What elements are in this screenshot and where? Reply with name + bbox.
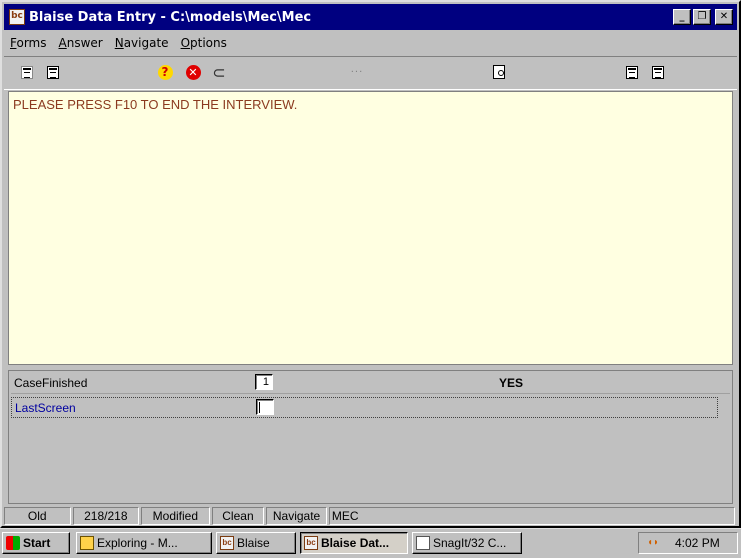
app-window: bc Blaise Data Entry - C:\models\Mec\Mec… xyxy=(0,0,741,528)
window-controls: _ ❐ ✕ xyxy=(671,9,733,25)
info-message: PLEASE PRESS F10 TO END THE INTERVIEW. xyxy=(13,97,298,112)
field-label: LastScreen xyxy=(15,401,76,415)
system-tray: ◖◗ 4:02 PM xyxy=(638,532,738,554)
status-page-count: 218/218 xyxy=(72,507,140,525)
next-form-icon[interactable] xyxy=(649,63,667,81)
taskbar-button-exploring[interactable]: Exploring - M... xyxy=(76,532,212,554)
status-clean: Clean xyxy=(211,507,265,525)
dots-icon: ··· xyxy=(350,66,364,78)
minimize-button[interactable]: _ xyxy=(673,9,691,25)
question-info-pane: PLEASE PRESS F10 TO END THE INTERVIEW. xyxy=(8,91,733,365)
menu-bar: Forms Answer Navigate Options xyxy=(4,32,737,54)
taskbar-button-blaise[interactable]: bc Blaise xyxy=(216,532,296,554)
blaise-icon: bc xyxy=(304,536,318,550)
prev-form-icon[interactable] xyxy=(623,63,641,81)
form-pane: CaseFinished 1 YES LastScreen xyxy=(8,370,733,504)
taskbar-label: Exploring - M... xyxy=(97,536,178,550)
find-icon[interactable] xyxy=(490,63,508,81)
windows-logo-icon xyxy=(6,536,20,550)
taskbar-button-blaise-data-entry[interactable]: bc Blaise Dat... xyxy=(300,532,408,554)
form-icon[interactable] xyxy=(44,63,62,81)
snagit-icon xyxy=(416,536,430,550)
stop-icon[interactable]: ✕ xyxy=(184,63,202,81)
blaise-app-icon[interactable]: bc xyxy=(9,9,25,25)
clock[interactable]: 4:02 PM xyxy=(675,536,720,550)
start-label: Start xyxy=(23,536,51,550)
menu-answer[interactable]: Answer xyxy=(53,36,109,50)
status-modified: Modified xyxy=(141,507,210,525)
menu-options[interactable]: Options xyxy=(175,36,233,50)
status-mode: Navigate xyxy=(266,507,327,525)
field-row-lastscreen[interactable]: LastScreen xyxy=(11,397,718,418)
taskbar: Start Exploring - M... bc Blaise bc Blai… xyxy=(0,528,741,558)
taskbar-label: Blaise xyxy=(237,536,270,550)
attach-icon[interactable]: ⊂ xyxy=(210,63,228,82)
help-icon[interactable]: ? xyxy=(156,63,174,81)
taskbar-label: Blaise Dat... xyxy=(321,536,390,550)
status-block: MEC xyxy=(328,507,735,525)
taskbar-button-snagit[interactable]: SnagIt/32 C... xyxy=(412,532,522,554)
title-bar[interactable]: bc Blaise Data Entry - C:\models\Mec\Mec… xyxy=(4,4,737,30)
field-value-input[interactable] xyxy=(256,399,274,415)
status-record-state: Old xyxy=(4,507,71,525)
explorer-icon xyxy=(80,536,94,550)
close-button[interactable]: ✕ xyxy=(715,9,733,25)
field-value-input[interactable]: 1 xyxy=(255,374,273,390)
menu-forms[interactable]: Forms xyxy=(4,36,53,50)
field-label: CaseFinished xyxy=(14,376,88,390)
start-button[interactable]: Start xyxy=(2,532,70,554)
blaise-icon: bc xyxy=(220,536,234,550)
taskbar-label: SnagIt/32 C... xyxy=(433,536,507,550)
field-answer-text: YES xyxy=(499,376,524,390)
menu-navigate[interactable]: Navigate xyxy=(109,36,175,50)
toolbar: ? ✕ ⊂ ··· xyxy=(4,56,737,90)
restore-button[interactable]: ❐ xyxy=(693,9,711,25)
window-title: Blaise Data Entry - C:\models\Mec\Mec xyxy=(29,9,312,25)
status-bar: Old 218/218 Modified Clean Navigate MEC xyxy=(4,507,737,526)
field-row-casefinished[interactable]: CaseFinished 1 YES xyxy=(11,373,730,394)
speaker-icon[interactable]: ◖◗ xyxy=(647,537,663,549)
copy-form-icon[interactable] xyxy=(18,63,36,81)
